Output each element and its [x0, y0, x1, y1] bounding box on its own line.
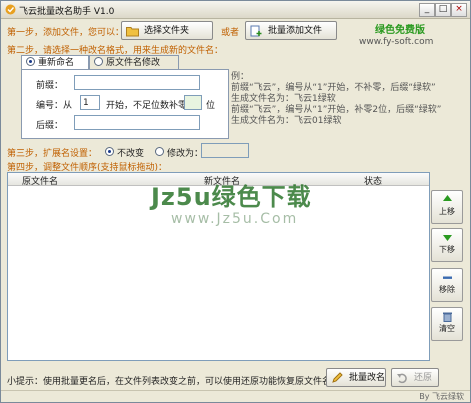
close-button[interactable]: × — [451, 3, 467, 17]
tip-text: 小提示：使用批量更名后，在文件列表改变之前，可以使用还原功能恢复原文件名 — [7, 377, 332, 387]
tab-modify-radio — [94, 57, 103, 66]
example-text: 例： 前缀“飞云”，编号从“1”开始，不补零，后缀“绿软” 生成文件名为：飞云1… — [231, 72, 466, 127]
minimize-button[interactable]: _ — [419, 3, 435, 17]
tab-rename[interactable]: 重新命名 — [21, 55, 89, 70]
clear-button[interactable]: 清空 — [431, 307, 463, 341]
trash-icon — [442, 312, 452, 322]
tab-modify-label: 原文件名修改 — [106, 58, 161, 68]
tab-rename-label: 重新命名 — [38, 58, 75, 68]
select-folder-label: 选择文件夹 — [144, 26, 190, 36]
select-folder-button[interactable]: 选择文件夹 — [121, 21, 213, 40]
move-up-label: 上移 — [439, 207, 455, 216]
step1-label: 第一步，添加文件，您可以： — [7, 28, 125, 38]
maximize-button[interactable]: □ — [435, 3, 451, 17]
tab-modify-original[interactable]: 原文件名修改 — [89, 55, 179, 69]
example-line: 前缀“飞云”，编号从“1”开始，不补零，后缀“绿软” — [231, 83, 436, 93]
app-window: 飞云批量改名助手 V1.0 _ □ × 第一步，添加文件，您可以： 选择文件夹 … — [0, 0, 471, 403]
pencil-icon — [332, 372, 343, 383]
title-bar[interactable]: 飞云批量改名助手 V1.0 _ □ × — [1, 1, 470, 19]
column-status[interactable]: 状态 — [364, 174, 382, 187]
number-mid-text: 开始，不足位数补零 — [106, 101, 188, 111]
app-logo-icon — [5, 4, 16, 15]
change-extension-label: 修改为： — [167, 149, 204, 159]
move-down-button[interactable]: 下移 — [431, 228, 463, 262]
number-start-input[interactable]: 1 — [80, 95, 100, 110]
prefix-input[interactable] — [74, 75, 200, 90]
step3-label: 第三步，扩展名设置： — [7, 149, 98, 159]
arrow-down-icon — [442, 235, 452, 241]
batch-rename-button[interactable]: 批量改名 — [326, 368, 386, 387]
suffix-input[interactable] — [74, 115, 200, 130]
watermark-main: Jz5u绿色下载 — [151, 183, 312, 211]
batch-add-files-button[interactable]: 批量添加文件 — [245, 21, 337, 40]
clear-label: 清空 — [439, 324, 455, 333]
add-files-icon — [250, 25, 262, 37]
batch-add-files-label: 批量添加文件 — [268, 26, 323, 36]
column-original-name[interactable]: 原文件名 — [22, 174, 58, 187]
pad-digits-input[interactable] — [184, 95, 202, 110]
change-extension-radio[interactable] — [155, 147, 164, 156]
restore-label: 还原 — [414, 373, 433, 383]
watermark-sub: www.Jz5u.Com — [171, 211, 299, 227]
extension-input[interactable] — [201, 143, 249, 158]
example-line: 生成文件名为：飞云1绿软 — [231, 94, 336, 104]
minus-icon — [442, 276, 452, 279]
move-down-label: 下移 — [439, 245, 455, 254]
author-credit: By 飞云绿软 — [419, 392, 464, 401]
pad-unit-text: 位 — [206, 101, 216, 111]
restore-button[interactable]: 还原 — [391, 368, 439, 387]
window-title: 飞云批量改名助手 V1.0 — [19, 7, 115, 17]
prefix-label: 前缀： — [36, 81, 64, 91]
tab-rename-radio — [26, 57, 35, 66]
number-label: 编号：从 — [36, 101, 73, 111]
keep-extension-radio[interactable] — [105, 147, 114, 156]
status-bar: By 飞云绿软 — [1, 390, 470, 403]
keep-extension-label: 不改变 — [117, 149, 145, 159]
arrow-up-icon — [442, 195, 452, 201]
batch-rename-label: 批量改名 — [349, 373, 386, 383]
or-text: 或者 — [221, 28, 240, 38]
example-line: 前缀“飞云”，编号从“1”开始，补零2位，后缀“绿软” — [231, 105, 442, 115]
example-line: 生成文件名为：飞云01绿软 — [231, 116, 342, 126]
folder-icon — [126, 27, 139, 37]
rename-panel: 前缀： 编号：从 1 开始，不足位数补零 位 后缀： — [21, 69, 229, 139]
remove-button[interactable]: 移除 — [431, 268, 463, 302]
example-line: 例： — [231, 72, 250, 82]
remove-label: 移除 — [439, 285, 455, 294]
move-up-button[interactable]: 上移 — [431, 190, 463, 224]
undo-icon — [397, 373, 407, 384]
brand-site: www.fy-soft.com — [359, 37, 434, 47]
brand-name: 绿色免费版 — [375, 25, 425, 36]
suffix-label: 后缀： — [36, 121, 64, 131]
